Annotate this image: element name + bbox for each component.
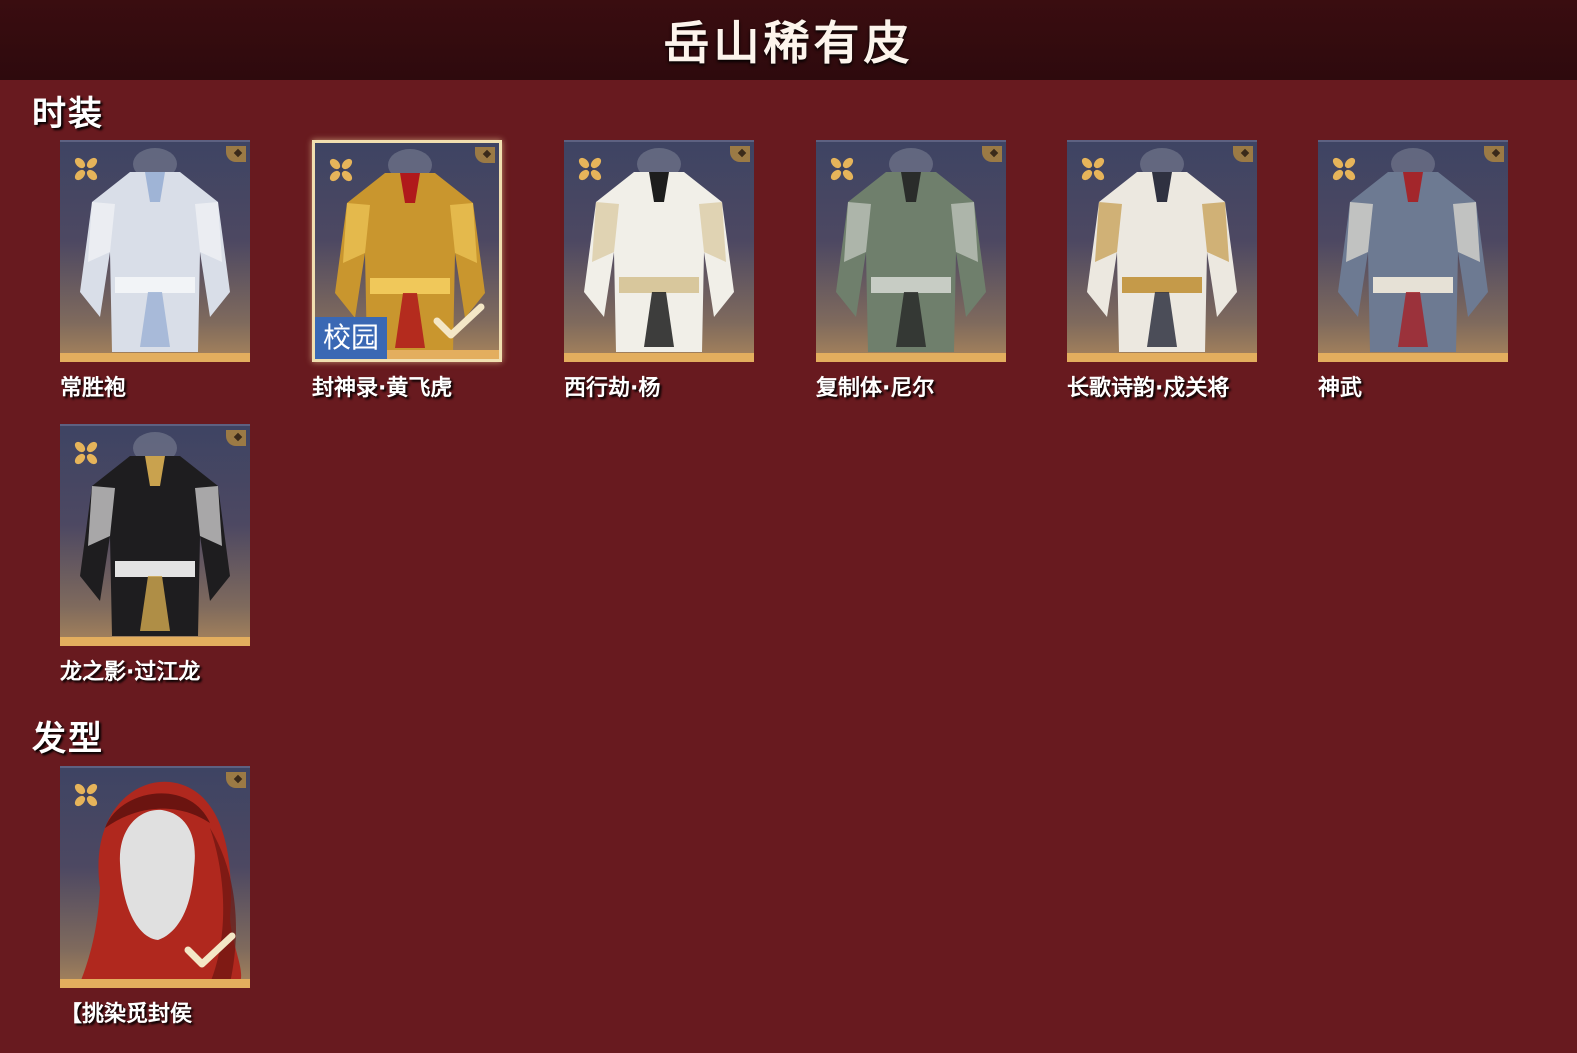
corner-badge-icon [475, 147, 495, 163]
corner-badge-icon [982, 146, 1002, 162]
section-title-fashion: 时装 [32, 94, 104, 134]
skin-card[interactable]: 常胜袍 [60, 140, 250, 402]
checkmark-icon [184, 930, 236, 974]
clover-icon [72, 439, 100, 471]
skin-thumbnail[interactable] [564, 140, 754, 362]
skin-card[interactable]: 龙之影·过江龙 [60, 424, 250, 686]
header-bar: 岳山稀有皮 [0, 0, 1577, 80]
corner-badge-icon [1233, 146, 1253, 162]
clover-icon [327, 156, 355, 188]
page-title: 岳山稀有皮 [663, 16, 914, 70]
skin-thumbnail[interactable] [60, 766, 250, 988]
skin-name: 封神录·黄飞虎 [312, 376, 453, 401]
clover-icon [1079, 155, 1107, 187]
hair-card[interactable]: 【挑染觅封侯 [60, 766, 250, 1028]
skin-thumbnail[interactable] [60, 424, 250, 646]
rarity-bar [816, 353, 1006, 362]
skin-card[interactable]: 神武 [1318, 140, 1508, 402]
corner-badge-icon [730, 146, 750, 162]
skin-thumbnail[interactable] [816, 140, 1006, 362]
skin-card[interactable]: 校园封神录·黄飞虎 [312, 140, 502, 402]
skin-name: 龙之影·过江龙 [60, 660, 201, 685]
skin-name: 【挑染觅封侯 [60, 1002, 193, 1027]
rarity-bar [564, 353, 754, 362]
clover-icon [72, 155, 100, 187]
skin-thumbnail[interactable] [1067, 140, 1257, 362]
rarity-bar [60, 637, 250, 646]
clover-icon [1330, 155, 1358, 187]
skin-name: 长歌诗韵·戍关将 [1067, 376, 1230, 401]
skin-name: 西行劫·杨 [564, 376, 661, 401]
rarity-bar [60, 979, 250, 988]
skin-thumbnail[interactable] [60, 140, 250, 362]
skin-name: 常胜袍 [60, 376, 127, 401]
rarity-bar [60, 353, 250, 362]
skin-card[interactable]: 西行劫·杨 [564, 140, 754, 402]
skin-card[interactable]: 长歌诗韵·戍关将 [1067, 140, 1257, 402]
skin-name: 复制体·尼尔 [816, 376, 935, 401]
rarity-bar [1067, 353, 1257, 362]
tag-badge: 校园 [315, 317, 388, 359]
skin-thumbnail[interactable] [1318, 140, 1508, 362]
checkmark-icon [433, 301, 485, 345]
clover-icon [72, 781, 100, 813]
clover-icon [828, 155, 856, 187]
corner-badge-icon [226, 430, 246, 446]
section-title-hairstyle: 发型 [32, 719, 104, 759]
skin-thumbnail[interactable]: 校园 [312, 140, 502, 362]
corner-badge-icon [226, 146, 246, 162]
skin-name: 神武 [1318, 376, 1363, 401]
rarity-bar [1318, 353, 1508, 362]
skin-card[interactable]: 复制体·尼尔 [816, 140, 1006, 402]
corner-badge-icon [226, 772, 246, 788]
clover-icon [576, 155, 604, 187]
corner-badge-icon [1484, 146, 1504, 162]
